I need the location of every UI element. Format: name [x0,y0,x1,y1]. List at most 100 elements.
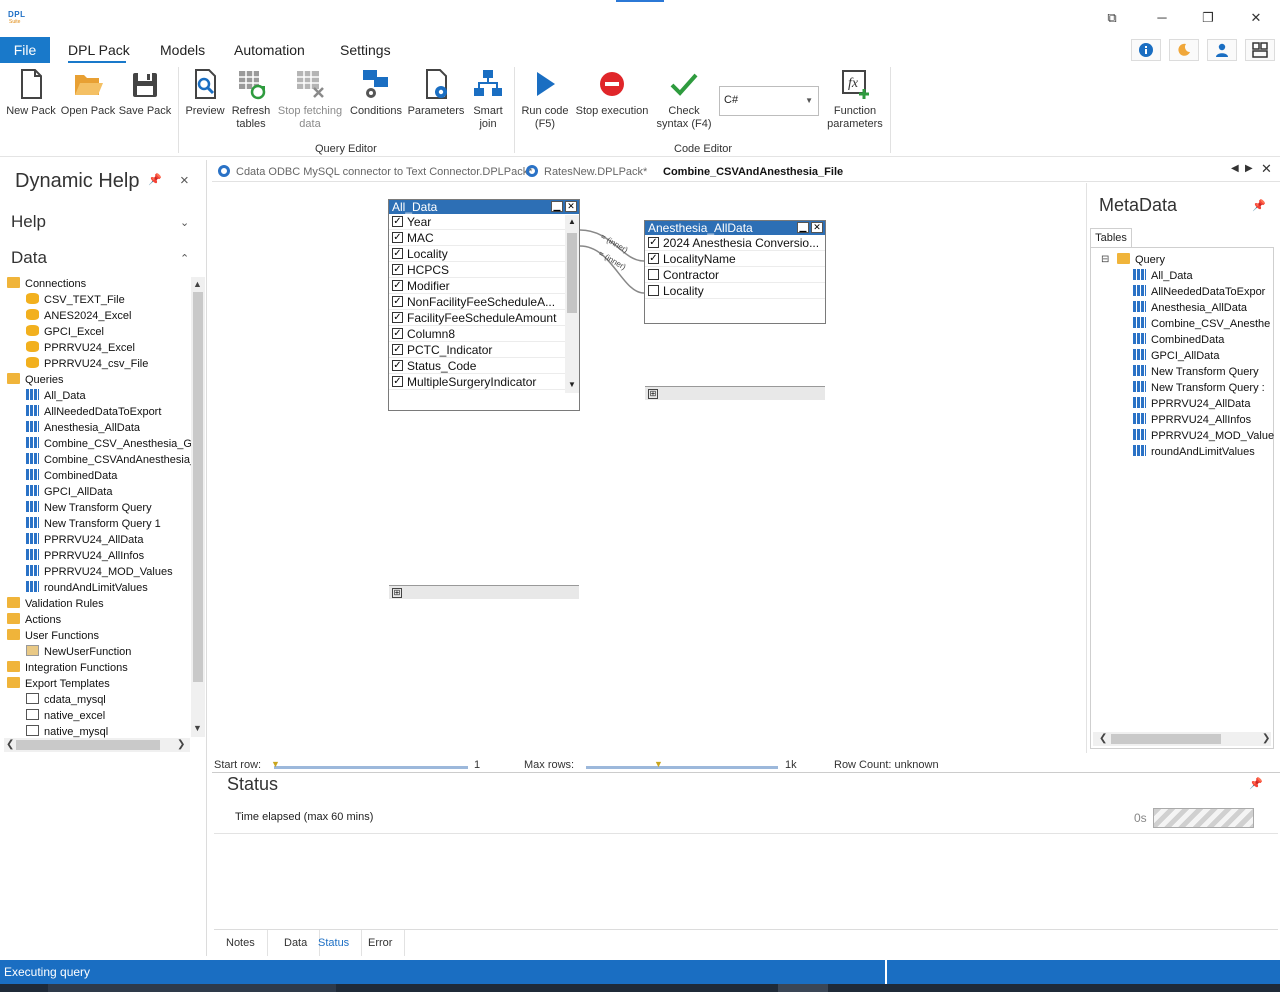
scroll-right-icon[interactable]: ❯ [177,739,185,750]
field-list-scrollbar[interactable]: ▲ ▼ [565,215,579,393]
layout-button[interactable] [1245,39,1275,61]
checkbox-checked[interactable]: ✓ [392,232,403,243]
table-field[interactable]: ✓ MAC [389,230,565,246]
metadata-item[interactable]: PPRRVU24_MOD_Value [1133,428,1274,444]
language-select[interactable]: C# ▼ [719,86,819,116]
metadata-item[interactable]: roundAndLimitValues [1133,444,1255,460]
tree-item[interactable]: New Transform Query [26,500,152,516]
info-button[interactable] [1131,39,1161,61]
tab-models[interactable]: Models [160,37,205,63]
metadata-item[interactable]: AllNeededDataToExpor [1133,284,1265,300]
chevron-down-icon[interactable]: ⌄ [180,216,189,229]
checkbox-unchecked[interactable] [648,285,659,296]
tree-folder[interactable]: Actions [7,612,61,628]
minimize-table-icon[interactable]: ▁ [797,222,809,233]
query-designer-canvas[interactable]: = (inner) = (inner) All_Data ▁ ✕ ✓ Year ✓ M… [212,183,1086,758]
new-pack-button[interactable]: New Pack [4,67,58,118]
chevron-up-icon[interactable]: ⌃ [180,252,189,265]
tree-item[interactable]: CSV_TEXT_File [26,292,125,308]
table-anesthesia-alldata[interactable]: Anesthesia_AllData ▁ ✕ ✓ 2024 Anesthesia … [644,220,826,400]
smart-join-button[interactable]: Smart join [468,67,508,131]
refresh-tables-button[interactable]: Refresh tables [229,67,273,131]
taskbar-item[interactable] [48,984,336,992]
doc-tab-ratesnew[interactable]: RatesNew.DPLPack* [526,162,647,182]
slider-thumb-icon[interactable]: ▼ [271,759,280,769]
tree-folder[interactable]: Queries [7,372,64,388]
tree-item[interactable]: NewUserFunction [26,644,131,660]
function-parameters-button[interactable]: fx Function parameters [824,67,886,131]
tab-file[interactable]: File [0,37,50,63]
tree-item[interactable]: Anesthesia_AllData [26,420,140,436]
tree-item[interactable]: All_Data [26,388,86,404]
tree-item[interactable]: Combine_CSV_Anesthesia_GP [26,436,199,452]
check-syntax-button[interactable]: Check syntax (F4) [654,67,714,131]
taskbar-item[interactable] [778,984,828,992]
scroll-right-icon[interactable]: ❯ [1262,733,1270,744]
slider-thumb-icon[interactable]: ▼ [654,759,663,769]
restore-layout-button[interactable]: ⧉ [1100,6,1124,30]
close-table-icon[interactable]: ✕ [565,201,577,212]
tree-folder[interactable]: Export Templates [7,676,110,692]
metadata-item[interactable]: CombinedData [1133,332,1224,348]
tree-item[interactable]: ANES2024_Excel [26,308,131,324]
table-field[interactable]: ✓ FacilityFeeScheduleAmount [389,310,565,326]
tree-item[interactable]: GPCI_AllData [26,484,112,500]
tab-status[interactable]: Status [306,930,363,956]
scroll-left-icon[interactable]: ❮ [6,739,14,750]
table-field[interactable]: ✓ MultipleSurgeryIndicator [389,374,565,390]
grid-icon[interactable]: ⊞ [648,389,658,399]
checkbox-checked[interactable]: ✓ [392,248,403,259]
conditions-button[interactable]: Conditions [348,67,404,118]
tree-item[interactable]: cdata_mysql [26,692,106,708]
tree-item[interactable]: PPRRVU24_AllData [26,532,143,548]
tree-horizontal-scroll-thumb[interactable] [16,740,160,750]
run-code-button[interactable]: Run code (F5) [519,67,571,131]
checkbox-checked[interactable]: ✓ [392,216,403,227]
scroll-left-icon[interactable]: ❮ [1099,733,1107,744]
checkbox-checked[interactable]: ✓ [392,264,403,275]
table-field[interactable]: Contractor [645,267,825,283]
max-rows-slider[interactable] [586,766,778,769]
metadata-item[interactable]: PPRRVU24_AllData [1133,396,1250,412]
tree-item[interactable]: native_excel [26,708,105,724]
tab-error[interactable]: Error [356,930,406,956]
checkbox-checked[interactable]: ✓ [648,253,659,264]
minimize-table-icon[interactable]: ▁ [551,201,563,212]
table-field[interactable]: ✓ NonFacilityFeeScheduleA... [389,294,565,310]
tree-folder[interactable]: Connections [7,276,86,292]
table-field[interactable]: ✓ PCTC_Indicator [389,342,565,358]
table-title-bar[interactable]: Anesthesia_AllData ▁ ✕ [645,221,825,235]
tree-item[interactable]: roundAndLimitValues [26,580,148,596]
close-window-button[interactable]: ✕ [1244,6,1268,30]
checkbox-checked[interactable]: ✓ [392,360,403,371]
maximize-button[interactable]: ❐ [1196,6,1220,30]
tree-folder[interactable]: Validation Rules [7,596,104,612]
pin-icon[interactable]: 📌 [1252,199,1266,212]
table-field[interactable]: ✓ Status_Code [389,358,565,374]
doc-tab-cdata[interactable]: Cdata ODBC MySQL connector to Text Conne… [218,162,533,182]
tree-item[interactable]: CombinedData [26,468,117,484]
grid-icon[interactable]: ⊞ [392,588,402,598]
table-title-bar[interactable]: All_Data ▁ ✕ [389,200,579,214]
data-section-header[interactable]: Data [11,248,47,268]
user-button[interactable] [1207,39,1237,61]
collapse-icon[interactable]: ⊟ [1101,254,1109,265]
metadata-item[interactable]: GPCI_AllData [1133,348,1219,364]
tree-item[interactable]: Combine_CSVAndAnesthesia_ [26,452,196,468]
metadata-root[interactable]: Query [1117,252,1165,268]
tab-tables[interactable]: Tables [1090,228,1132,248]
checkbox-unchecked[interactable] [648,269,659,280]
minimize-button[interactable]: ─ [1150,6,1174,30]
pin-icon[interactable]: 📌 [1249,777,1263,790]
checkbox-checked[interactable]: ✓ [392,296,403,307]
preview-button[interactable]: Preview [183,67,227,118]
table-field[interactable]: ✓ Locality [389,246,565,262]
table-field[interactable]: ✓ LocalityName [645,251,825,267]
checkbox-checked[interactable]: ✓ [648,237,659,248]
metadata-item[interactable]: New Transform Query [1133,364,1259,380]
start-row-slider[interactable] [274,766,468,769]
checkbox-checked[interactable]: ✓ [392,376,403,387]
open-pack-button[interactable]: Open Pack [60,67,116,118]
scroll-down-icon[interactable]: ▼ [568,380,576,389]
metadata-item[interactable]: PPRRVU24_AllInfos [1133,412,1251,428]
